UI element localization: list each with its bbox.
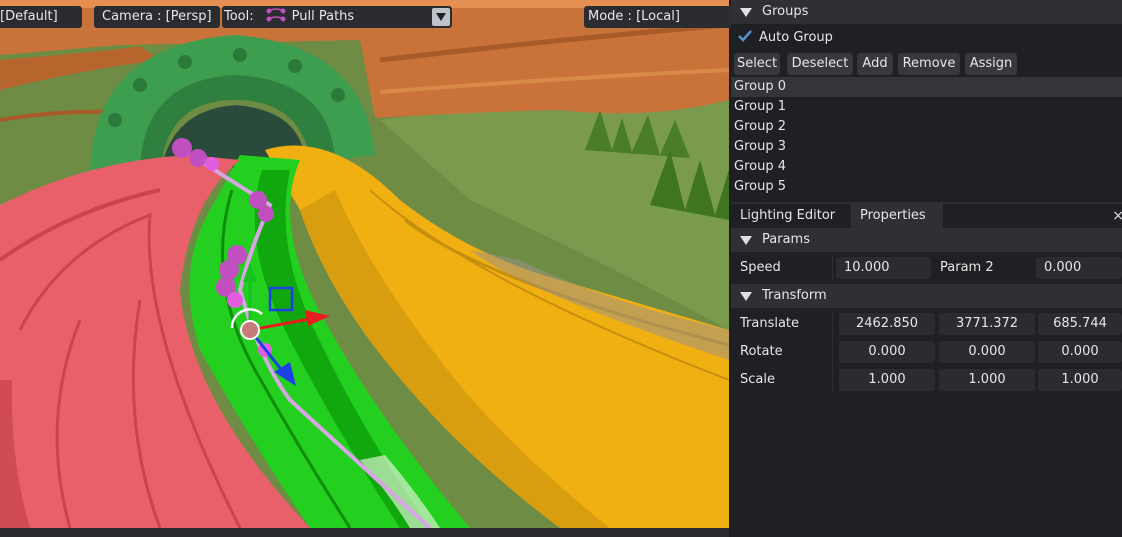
view-selector[interactable]: [Default] bbox=[0, 6, 82, 28]
params-title: Params bbox=[762, 232, 810, 247]
param2-label: Param 2 bbox=[940, 260, 994, 275]
3d-viewport[interactable] bbox=[0, 0, 729, 528]
rotate-x-field[interactable]: 0.000 bbox=[839, 341, 935, 363]
auto-group-checkbox[interactable]: Auto Group bbox=[737, 28, 833, 48]
translate-z-field[interactable]: 685.744 bbox=[1038, 313, 1122, 335]
rotate-label: Rotate bbox=[740, 344, 783, 359]
params-header[interactable]: Params bbox=[731, 228, 1122, 252]
column-separator bbox=[832, 338, 833, 366]
rotate-row: Rotate 0.000 0.000 0.000 bbox=[731, 338, 1122, 366]
scene-render bbox=[0, 0, 729, 528]
camera-selector[interactable]: Camera : [Persp] bbox=[94, 6, 220, 28]
deselect-button[interactable]: Deselect bbox=[787, 53, 853, 75]
collapse-triangle-icon bbox=[740, 236, 752, 245]
scale-label: Scale bbox=[740, 372, 775, 387]
tab-lighting-editor[interactable]: Lighting Editor bbox=[731, 204, 844, 228]
groups-title: Groups bbox=[762, 4, 809, 19]
view-label: [Default] bbox=[0, 9, 58, 24]
groups-header[interactable]: Groups bbox=[731, 0, 1122, 24]
speed-label: Speed bbox=[740, 260, 781, 275]
camera-label: Camera : [Persp] bbox=[102, 9, 212, 24]
group-list: Group 0 Group 1 Group 2 Group 3 Group 4 … bbox=[731, 77, 1122, 197]
collapse-triangle-icon bbox=[740, 292, 752, 301]
pull-paths-icon bbox=[266, 8, 286, 22]
speed-field[interactable]: 10.000 bbox=[836, 257, 931, 279]
translate-y-field[interactable]: 3771.372 bbox=[939, 313, 1035, 335]
checkmark-icon bbox=[737, 28, 753, 44]
add-button[interactable]: Add bbox=[857, 53, 893, 75]
collapse-triangle-icon bbox=[740, 8, 752, 17]
rotate-y-field[interactable]: 0.000 bbox=[939, 341, 1035, 363]
translate-row: Translate 2462.850 3771.372 685.744 bbox=[731, 310, 1122, 338]
tool-value: Pull Paths bbox=[291, 9, 355, 24]
tool-prefix-label: Tool: bbox=[224, 9, 254, 24]
list-item[interactable]: Group 4 bbox=[731, 157, 1122, 177]
remove-button[interactable]: Remove bbox=[898, 53, 960, 75]
side-panel: Groups Auto Group Select Deselect Add Re… bbox=[731, 0, 1122, 537]
speed-row: Speed 10.000 Param 2 0.000 bbox=[731, 254, 1122, 282]
viewport-statusbar bbox=[0, 528, 729, 537]
mode-selector[interactable]: Mode : [Local] bbox=[584, 6, 736, 28]
list-item[interactable]: Group 1 bbox=[731, 97, 1122, 117]
param2-field[interactable]: 0.000 bbox=[1036, 257, 1122, 279]
column-separator bbox=[832, 254, 833, 282]
select-button[interactable]: Select bbox=[734, 53, 780, 75]
close-icon[interactable]: × bbox=[1112, 204, 1122, 228]
scale-y-field[interactable]: 1.000 bbox=[939, 369, 1035, 391]
tab-properties[interactable]: Properties bbox=[851, 204, 943, 228]
rotate-z-field[interactable]: 0.000 bbox=[1038, 341, 1122, 363]
mode-label: Mode : [Local] bbox=[588, 9, 680, 24]
translate-label: Translate bbox=[740, 316, 800, 331]
assign-button[interactable]: Assign bbox=[965, 53, 1017, 75]
column-separator bbox=[832, 366, 833, 394]
translate-x-field[interactable]: 2462.850 bbox=[839, 313, 935, 335]
tab-bar: Lighting Editor Properties × bbox=[731, 204, 1122, 228]
column-separator bbox=[832, 310, 833, 338]
list-item[interactable]: Group 3 bbox=[731, 137, 1122, 157]
auto-group-label: Auto Group bbox=[759, 30, 833, 45]
dropdown-arrow-icon[interactable] bbox=[432, 8, 450, 26]
list-item[interactable]: Group 2 bbox=[731, 117, 1122, 137]
transform-title: Transform bbox=[762, 288, 827, 303]
scale-z-field[interactable]: 1.000 bbox=[1038, 369, 1122, 391]
list-item[interactable]: Group 0 bbox=[731, 77, 1122, 97]
scale-x-field[interactable]: 1.000 bbox=[839, 369, 935, 391]
transform-header[interactable]: Transform bbox=[731, 284, 1122, 308]
scale-row: Scale 1.000 1.000 1.000 bbox=[731, 366, 1122, 394]
list-item[interactable]: Group 5 bbox=[731, 177, 1122, 197]
tool-selector[interactable]: Tool: Pull Paths bbox=[222, 6, 452, 28]
